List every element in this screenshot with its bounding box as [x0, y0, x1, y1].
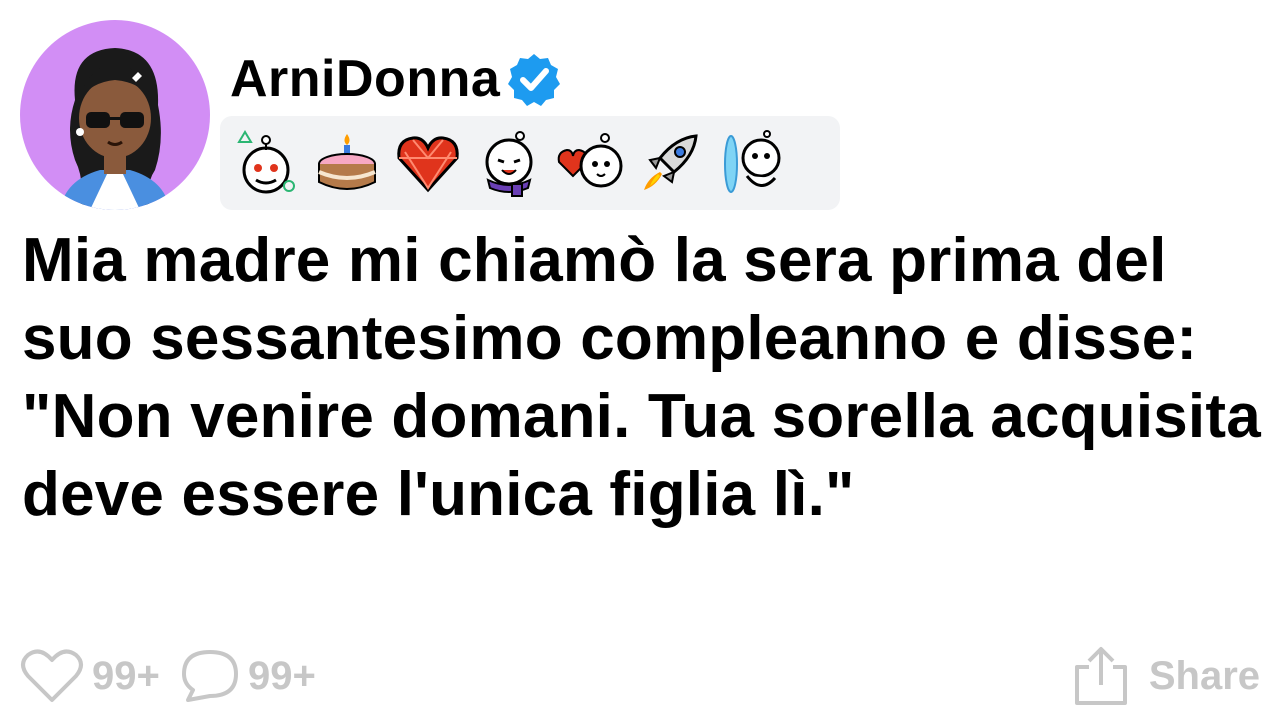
comment-count: 99+	[248, 653, 316, 698]
author-avatar[interactable]	[20, 20, 210, 210]
snoo-purple-scarf-icon	[471, 124, 547, 202]
comment-bubble-icon	[180, 648, 240, 704]
like-button[interactable]: 99+	[20, 636, 160, 716]
like-count: 99+	[92, 653, 160, 698]
share-icon	[1071, 645, 1131, 707]
author-row: ArniDonna	[230, 44, 562, 114]
share-button[interactable]: Share	[1071, 636, 1260, 716]
snoo-portal-icon	[714, 124, 790, 202]
verified-badge-icon	[508, 54, 561, 106]
birthday-cake-icon	[309, 124, 385, 202]
comment-button[interactable]: 99+	[180, 636, 316, 716]
avatar-illustration	[60, 48, 170, 210]
rocket-icon	[633, 124, 709, 202]
heart-icon	[20, 648, 84, 704]
post-action-bar: 99+ 99+ Share	[20, 636, 1260, 716]
snoo-heart-balloon-icon	[552, 124, 628, 202]
author-username[interactable]: ArniDonna	[230, 53, 500, 105]
achievement-badges	[220, 116, 840, 210]
share-label: Share	[1148, 653, 1260, 698]
post-title: Mia madre mi chiamò la sera prima del su…	[22, 226, 1261, 529]
snoo-shapes-icon	[228, 124, 304, 202]
red-gem-heart-icon	[390, 124, 466, 202]
